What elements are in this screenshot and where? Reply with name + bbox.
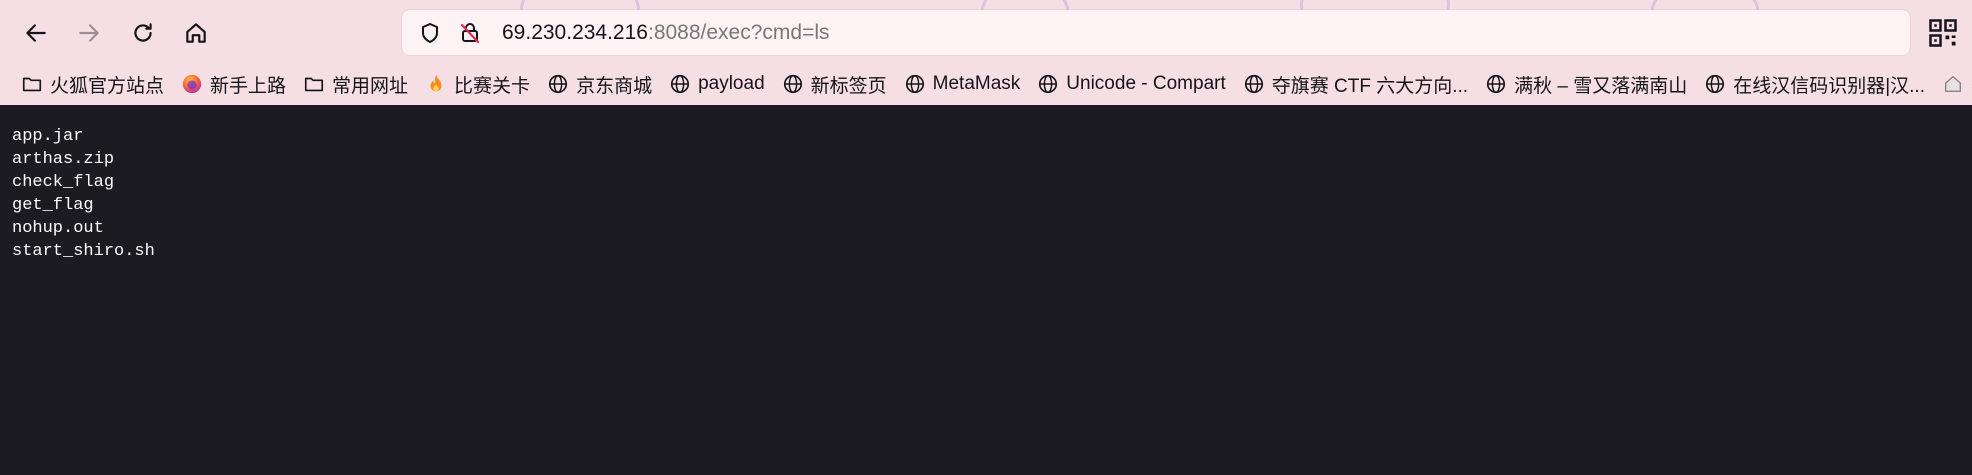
bookmark-label: 常用网址 <box>332 75 409 97</box>
home-icon <box>1941 72 1965 96</box>
output-line: app.jar <box>12 127 84 146</box>
reload-button[interactable] <box>121 13 165 53</box>
qr-code-button[interactable] <box>1928 18 1958 48</box>
output-line: arthas.zip <box>12 150 115 169</box>
tracking-protection-shield-icon[interactable] <box>410 10 450 55</box>
navigation-bar: 69.230.234.216:8088/exec?cmd=ls <box>0 0 1972 64</box>
bookmark-label: payload <box>698 73 765 94</box>
bookmark-item[interactable]: 我 <box>1935 68 1972 100</box>
bookmarks-toolbar: 火狐官方站点 新手上路 常用网址 比赛关卡 京东商城 payload 新标签页 MetaMas… <box>14 66 1972 102</box>
url-host: 69.230.234.216 <box>502 20 648 44</box>
globe-icon <box>1703 72 1727 96</box>
folder-icon <box>20 72 44 96</box>
bookmark-item[interactable]: 新手上路 <box>174 68 292 100</box>
page-content: app.jar arthas.zip check_flag get_flag n… <box>0 105 1972 475</box>
bookmark-item[interactable]: 比赛关卡 <box>418 68 536 100</box>
bookmark-item[interactable]: payload <box>662 68 771 100</box>
reload-icon <box>134 23 152 42</box>
bookmark-label: 新标签页 <box>810 75 887 97</box>
globe-icon <box>903 72 927 96</box>
globe-icon <box>546 72 570 96</box>
output-line: get_flag <box>12 196 94 215</box>
globe-icon <box>1036 72 1060 96</box>
url-bar[interactable]: 69.230.234.216:8088/exec?cmd=ls <box>402 10 1910 55</box>
bookmark-item[interactable]: 常用网址 <box>296 68 414 100</box>
forward-button[interactable] <box>67 13 111 53</box>
home-icon <box>186 23 206 43</box>
bookmark-label: 比赛关卡 <box>454 75 531 97</box>
bookmark-label: 夺旗赛 CTF 六大方向... <box>1271 75 1469 97</box>
insecure-lock-icon[interactable] <box>450 10 490 55</box>
bookmark-item[interactable]: 火狐官方站点 <box>14 68 170 100</box>
globe-icon <box>781 72 805 96</box>
qr-code-icon <box>1929 19 1957 47</box>
flame-icon <box>424 72 448 96</box>
back-button[interactable] <box>14 13 58 53</box>
bookmark-item[interactable]: 满秋 – 雪又落满南山 <box>1478 68 1693 100</box>
browser-toolbar: 69.230.234.216:8088/exec?cmd=ls 火狐官方站点 新手… <box>0 0 1972 105</box>
bookmark-item[interactable]: 在线汉信码识别器|汉... <box>1697 68 1931 100</box>
bookmark-label: MetaMask <box>932 73 1021 94</box>
bookmark-item[interactable]: 夺旗赛 CTF 六大方向... <box>1236 68 1474 100</box>
command-output: app.jar arthas.zip check_flag get_flag n… <box>12 125 155 263</box>
home-button[interactable] <box>174 13 218 53</box>
folder-icon <box>302 72 326 96</box>
bookmark-label: 在线汉信码识别器|汉... <box>1733 75 1925 97</box>
output-line: check_flag <box>12 173 115 192</box>
bookmark-item[interactable]: MetaMask <box>897 68 1027 100</box>
bookmark-item[interactable]: 京东商城 <box>540 68 658 100</box>
bookmark-label: 新手上路 <box>210 75 287 97</box>
url-text[interactable]: 69.230.234.216:8088/exec?cmd=ls <box>502 21 830 45</box>
url-path: :8088/exec?cmd=ls <box>647 20 830 44</box>
bookmark-item[interactable]: Unicode - Compart <box>1030 68 1231 100</box>
bookmark-item[interactable]: 新标签页 <box>775 68 893 100</box>
arrow-left-icon <box>26 24 46 42</box>
output-line: nohup.out <box>12 219 104 238</box>
bookmark-label: 火狐官方站点 <box>50 75 165 97</box>
bookmark-label: Unicode - Compart <box>1066 73 1226 94</box>
globe-icon <box>1242 72 1266 96</box>
globe-icon <box>1484 72 1508 96</box>
output-line: start_shiro.sh <box>12 242 155 261</box>
bookmark-label: 满秋 – 雪又落满南山 <box>1514 75 1688 97</box>
firefox-icon <box>180 72 204 96</box>
arrow-right-icon <box>79 24 99 42</box>
bookmark-label: 京东商城 <box>576 75 653 97</box>
globe-icon <box>668 72 692 96</box>
